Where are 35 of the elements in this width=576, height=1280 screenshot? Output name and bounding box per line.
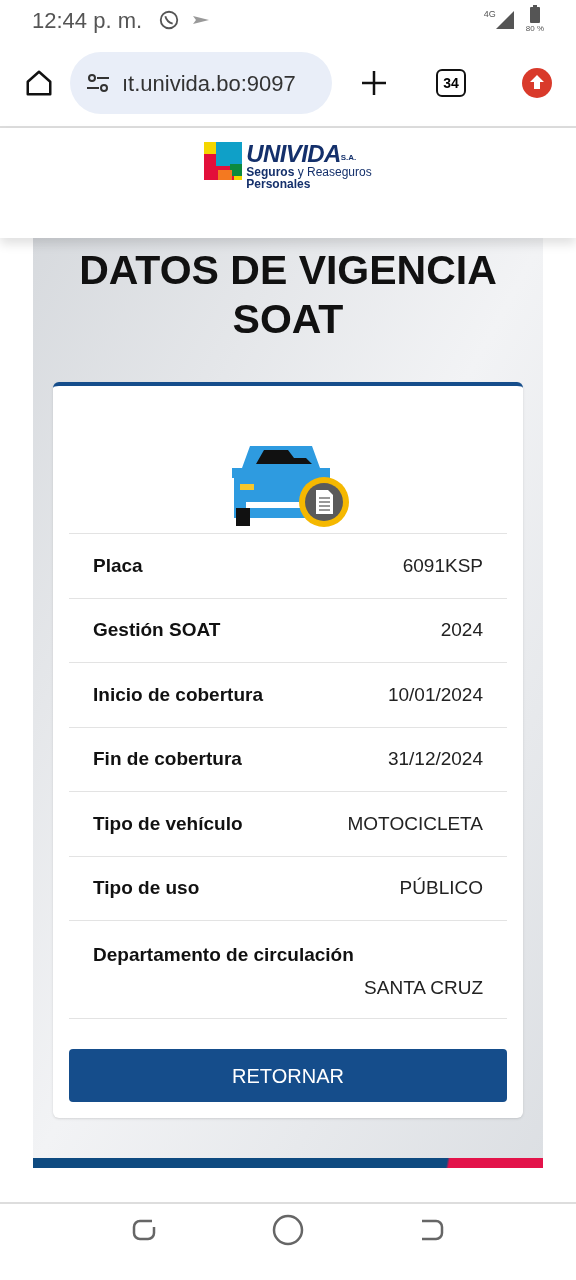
field-label: Placa xyxy=(93,553,143,578)
field-label: Tipo de uso xyxy=(93,876,200,901)
url-text: ıt.univida.bo:9097 xyxy=(122,69,296,98)
logo-name: UNIVIDA xyxy=(246,142,341,166)
status-time: 12:44 p. m. xyxy=(32,6,143,35)
address-bar[interactable]: ıt.univida.bo:9097 xyxy=(70,52,332,114)
settings-icon xyxy=(86,73,110,93)
field-label: Departamento de circulación xyxy=(93,943,355,968)
logo-tagline: Seguros y Reaseguros xyxy=(246,166,372,178)
logo-icon xyxy=(204,142,243,180)
field-value: 2024 xyxy=(440,618,483,643)
field-value: PÚBLICO xyxy=(399,876,483,901)
battery-level: 80 % xyxy=(525,23,544,35)
tab-count[interactable]: 34 xyxy=(436,69,466,97)
page-title: DATOS DE VIGENCIA SOAT xyxy=(78,246,498,345)
home-icon[interactable] xyxy=(24,68,54,98)
network-label: 4G xyxy=(483,8,496,21)
logo-suffix: S.A. xyxy=(340,154,357,162)
chat-icon xyxy=(158,9,181,31)
field-label: Tipo de vehículo xyxy=(93,811,243,836)
logo-tagline: Personales xyxy=(246,178,311,190)
field-value: 31/12/2024 xyxy=(387,747,483,772)
field-value: SANTA CRUZ xyxy=(364,975,483,1000)
field-value: MOTOCICLETA xyxy=(347,811,483,836)
home-button-icon[interactable] xyxy=(272,1214,304,1246)
field-value: 10/01/2024 xyxy=(387,682,483,707)
field-label: Inicio de cobertura xyxy=(93,682,263,707)
field-value: 6091KSP xyxy=(402,553,483,578)
return-button[interactable]: RETORNAR xyxy=(69,1049,507,1103)
battery-icon xyxy=(529,5,540,23)
field-label: Gestión SOAT xyxy=(93,618,221,643)
signal-icon xyxy=(495,11,514,29)
plus-icon[interactable] xyxy=(360,69,388,97)
upload-icon[interactable] xyxy=(522,68,552,98)
field-label: Fin de cobertura xyxy=(93,747,242,772)
